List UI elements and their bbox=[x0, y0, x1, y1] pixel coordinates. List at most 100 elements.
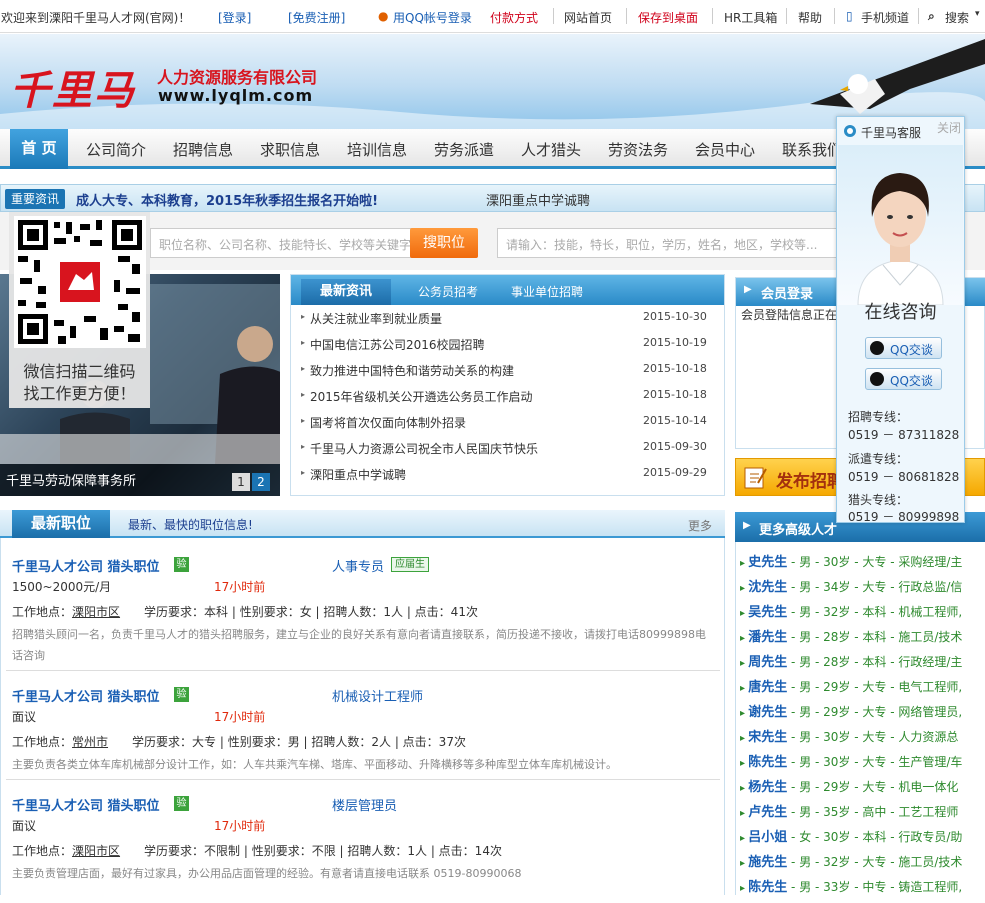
news-title[interactable]: 中国电信江苏公司2016校园招聘 bbox=[310, 336, 485, 353]
talent-name[interactable]: 宋先生 bbox=[748, 730, 787, 745]
site-url: www.lyqlm.com bbox=[158, 86, 314, 105]
nav-labor-law[interactable]: 劳资法务 bbox=[608, 139, 668, 160]
talent-name[interactable]: 陈先生 bbox=[748, 755, 787, 770]
eagle-image bbox=[810, 39, 985, 114]
job-company[interactable]: 千里马人才公司 猎头职位 bbox=[12, 556, 160, 575]
nav-recruit[interactable]: 招聘信息 bbox=[173, 139, 233, 160]
news-item[interactable]: ▸ 国考将首次仅面向体制外招录 2015-10-14 bbox=[301, 414, 716, 434]
job-position[interactable]: 楼层管理员 bbox=[332, 795, 397, 814]
login-link[interactable]: [登录] bbox=[218, 9, 251, 26]
search-link[interactable]: 搜索 bbox=[945, 9, 969, 26]
job-requirements: 学历要求：不限制 | 性别要求：不限 | 招聘人数：1人 | 点击：14次 bbox=[144, 844, 502, 858]
talent-name[interactable]: 唐先生 bbox=[748, 680, 787, 695]
logo[interactable]: 千里马 bbox=[10, 58, 136, 116]
talent-item[interactable]: ▸ 谢先生 - 男 - 29岁 - 大专 - 网络管理员, bbox=[740, 701, 962, 720]
talent-name[interactable]: 吕小姐 bbox=[748, 830, 787, 845]
talent-item[interactable]: ▸ 潘先生 - 男 - 28岁 - 本科 - 施工员/技术 bbox=[740, 626, 962, 645]
qq-chat-label: QQ交谈 bbox=[890, 343, 933, 357]
talent-name[interactable]: 陈先生 bbox=[748, 880, 787, 895]
talent-item[interactable]: ▸ 陈先生 - 男 - 30岁 - 大专 - 生产管理/车 bbox=[740, 751, 962, 770]
nav-member[interactable]: 会员中心 bbox=[695, 139, 755, 160]
job-location[interactable]: 溧阳市区 bbox=[72, 844, 120, 858]
talent-name[interactable]: 史先生 bbox=[748, 555, 787, 570]
talent-item[interactable]: ▸ 周先生 - 男 - 28岁 - 本科 - 行政经理/主 bbox=[740, 651, 962, 670]
tab-public-institution[interactable]: 事业单位招聘 bbox=[511, 283, 583, 300]
ticker-headline[interactable]: 成人大专、本科教育，2015年秋季招生报名开始啦! bbox=[76, 190, 378, 209]
divider bbox=[626, 8, 627, 24]
home-link[interactable]: 网站首页 bbox=[564, 9, 612, 26]
job-location[interactable]: 常州市 bbox=[72, 735, 108, 749]
mobile-link[interactable]: 手机频道 bbox=[861, 9, 909, 26]
ticker-subheadline[interactable]: 溧阳重点中学诚聘 bbox=[486, 190, 590, 209]
hr-tools-link[interactable]: HR工具箱 bbox=[724, 9, 777, 26]
talent-item[interactable]: ▸ 沈先生 - 男 - 34岁 - 大专 - 行政总监/信 bbox=[740, 576, 962, 595]
talent-name[interactable]: 沈先生 bbox=[748, 580, 787, 595]
service-agent-photo bbox=[838, 145, 963, 305]
slider-page-1[interactable]: 1 bbox=[232, 473, 250, 491]
job-time: 17小时前 bbox=[214, 819, 266, 833]
search-jobs-button[interactable]: 搜职位 bbox=[410, 228, 478, 258]
qq-chat-button[interactable]: QQ交谈 bbox=[865, 368, 942, 390]
register-link[interactable]: [免费注册] bbox=[288, 9, 345, 26]
talent-item[interactable]: ▸ 史先生 - 男 - 30岁 - 大专 - 采购经理/主 bbox=[740, 551, 962, 570]
resume-search-input[interactable]: 请输入：技能，特长，职位，学历，姓名，地区，学校等... bbox=[497, 228, 842, 258]
talent-item[interactable]: ▸ 卢先生 - 男 - 35岁 - 高中 - 工艺工程师 bbox=[740, 801, 958, 820]
news-title[interactable]: 国考将首次仅面向体制外招录 bbox=[310, 414, 466, 431]
nav-dispatch[interactable]: 劳务派遣 bbox=[434, 139, 494, 160]
bullet-icon: ▸ bbox=[301, 390, 306, 399]
job-position[interactable]: 人事专员 bbox=[332, 556, 384, 575]
slider-page-2[interactable]: 2 bbox=[252, 473, 270, 491]
talent-name[interactable]: 周先生 bbox=[748, 655, 787, 670]
news-item[interactable]: ▸ 致力推进中国特色和谐劳动关系的构建 2015-10-18 bbox=[301, 362, 716, 382]
talent-name[interactable]: 吴先生 bbox=[748, 605, 787, 620]
news-item[interactable]: ▸ 溧阳重点中学诚聘 2015-09-29 bbox=[301, 466, 716, 486]
job-position[interactable]: 机械设计工程师 bbox=[332, 686, 423, 705]
nav-home[interactable]: 首 页 bbox=[10, 129, 68, 169]
news-title[interactable]: 致力推进中国特色和谐劳动关系的构建 bbox=[310, 362, 514, 379]
news-item[interactable]: ▸ 千里马人力资源公司祝全市人民国庆节快乐 2015-09-30 bbox=[301, 440, 716, 460]
talent-name[interactable]: 施先生 bbox=[748, 855, 787, 870]
help-link[interactable]: 帮助 bbox=[798, 9, 822, 26]
news-title[interactable]: 溧阳重点中学诚聘 bbox=[310, 466, 406, 483]
talent-item[interactable]: ▸ 吴先生 - 男 - 32岁 - 本科 - 机械工程师, bbox=[740, 601, 962, 620]
talent-item[interactable]: ▸ 唐先生 - 男 - 29岁 - 大专 - 电气工程师, bbox=[740, 676, 962, 695]
news-title[interactable]: 2015年省级机关公开遴选公务员工作启动 bbox=[310, 388, 533, 405]
hotline-label: 猎头专线： bbox=[848, 493, 909, 507]
nav-jobseek[interactable]: 求职信息 bbox=[260, 139, 320, 160]
talent-item[interactable]: ▸ 宋先生 - 男 - 30岁 - 大专 - 人力资源总 bbox=[740, 726, 958, 745]
talent-item[interactable]: ▸ 陈先生 - 男 - 33岁 - 中专 - 铸造工程师, bbox=[740, 876, 962, 895]
job-company[interactable]: 千里马人才公司 猎头职位 bbox=[12, 795, 160, 814]
news-title[interactable]: 千里马人力资源公司祝全市人民国庆节快乐 bbox=[310, 440, 538, 457]
customer-service-panel: 千里马客服 关闭 在线咨询 QQ交谈 QQ交谈 招聘专线： 0519 － 873… bbox=[836, 116, 965, 524]
job-search-input[interactable]: 职位名称、公司名称、技能特长、学校等关键字... bbox=[150, 228, 412, 258]
job-location[interactable]: 溧阳市区 bbox=[72, 605, 120, 619]
talent-name[interactable]: 杨先生 bbox=[748, 780, 787, 795]
talent-name[interactable]: 卢先生 bbox=[748, 805, 787, 820]
nav-training[interactable]: 培训信息 bbox=[347, 139, 407, 160]
nav-contact[interactable]: 联系我们 bbox=[782, 139, 842, 160]
jobs-more-link[interactable]: 更多 bbox=[688, 517, 712, 534]
tab-latest-news[interactable]: 最新资讯 bbox=[301, 279, 391, 305]
qq-icon: ● bbox=[378, 9, 389, 23]
job-company[interactable]: 千里马人才公司 猎头职位 bbox=[12, 686, 160, 705]
qq-login-link[interactable]: 用QQ帐号登录 bbox=[393, 9, 472, 26]
talent-info: - 男 - 30岁 - 大专 - 生产管理/车 bbox=[791, 755, 963, 769]
nav-about[interactable]: 公司简介 bbox=[86, 139, 146, 160]
qq-chat-button[interactable]: QQ交谈 bbox=[865, 337, 942, 359]
job-card: 千里马人才公司 猎头职位 验 楼层管理员 面议 17小时前 工作地点：溧阳市区 学… bbox=[12, 795, 720, 903]
talent-item[interactable]: ▸ 杨先生 - 男 - 29岁 - 大专 - 机电一体化 bbox=[740, 776, 958, 795]
news-item[interactable]: ▸ 中国电信江苏公司2016校园招聘 2015-10-19 bbox=[301, 336, 716, 356]
service-close-button[interactable]: 关闭 bbox=[937, 119, 961, 136]
news-item[interactable]: ▸ 2015年省级机关公开遴选公务员工作启动 2015-10-18 bbox=[301, 388, 716, 408]
talent-name[interactable]: 谢先生 bbox=[748, 705, 787, 720]
tab-civil-service[interactable]: 公务员招考 bbox=[418, 283, 478, 300]
qr-code-icon bbox=[14, 216, 146, 348]
talent-item[interactable]: ▸ 吕小姐 - 女 - 30岁 - 本科 - 行政专员/助 bbox=[740, 826, 962, 845]
nav-headhunt[interactable]: 人才猎头 bbox=[521, 139, 581, 160]
talent-name[interactable]: 潘先生 bbox=[748, 630, 787, 645]
talent-item[interactable]: ▸ 施先生 - 男 - 32岁 - 大专 - 施工员/技术 bbox=[740, 851, 962, 870]
payment-link[interactable]: 付款方式 bbox=[490, 9, 538, 26]
news-title[interactable]: 从关注就业率到就业质量 bbox=[310, 310, 442, 327]
news-item[interactable]: ▸ 从关注就业率到就业质量 2015-10-30 bbox=[301, 310, 716, 330]
save-desktop-link[interactable]: 保存到桌面 bbox=[638, 9, 698, 26]
